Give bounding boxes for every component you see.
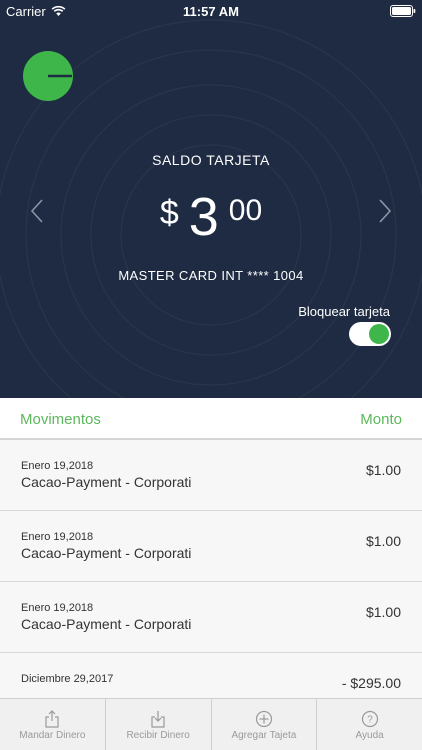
tab-ayuda[interactable]: ? Ayuda: [317, 699, 422, 750]
block-card-toggle[interactable]: [349, 322, 391, 346]
movement-description: Cacao-Payment - Corporati: [21, 545, 192, 561]
share-upload-icon: [45, 710, 59, 728]
balance-integer: 3: [188, 187, 219, 247]
status-bar: Carrier 11:57 AM: [0, 0, 422, 22]
movements-header: Movimentos Monto: [0, 398, 422, 440]
balance-amount: $ 3 00: [0, 190, 422, 250]
tab-recibir-dinero[interactable]: Recibir Dinero: [106, 699, 212, 750]
movement-date: Enero 19,2018: [21, 460, 94, 472]
movement-row[interactable]: Enero 19,2018 Cacao-Payment - Corporati …: [0, 440, 422, 511]
movement-amount: - $295.00: [341, 675, 401, 691]
balance-currency: $: [159, 194, 179, 232]
tab-label: Mandar Dinero: [19, 730, 86, 741]
movement-row[interactable]: Enero 19,2018 Cacao-Payment - Corporati …: [0, 511, 422, 582]
movements-list: Enero 19,2018 Cacao-Payment - Corporati …: [0, 440, 422, 724]
block-card-label: Bloquear tarjeta: [298, 304, 390, 319]
battery-icon: [390, 5, 416, 17]
plus-circle-icon: [255, 710, 272, 728]
balance-panel: Carrier 11:57 AM SALDO TARJETA $ 3 00 MA…: [0, 0, 422, 398]
balance-title: SALDO TARJETA: [152, 152, 270, 168]
movement-description: Cacao-Payment - Corporati: [21, 474, 192, 490]
app-logo: [23, 51, 73, 101]
movements-header-label: Movimentos: [20, 411, 101, 428]
tab-label: Ayuda: [355, 730, 384, 741]
movement-date: Enero 19,2018: [21, 602, 94, 614]
tab-label: Recibir Dinero: [126, 730, 190, 741]
download-icon: [151, 711, 165, 728]
tab-label: Agregar Tajeta: [231, 730, 297, 741]
tab-mandar-dinero[interactable]: Mandar Dinero: [0, 699, 106, 750]
help-circle-icon: ?: [361, 710, 378, 728]
bottom-tab-bar: Mandar Dinero Recibir Dinero Agregar Taj…: [0, 698, 422, 750]
movement-date: Enero 19,2018: [21, 531, 94, 543]
movement-amount: $1.00: [365, 604, 401, 620]
movement-date: Diciembre 29,2017: [21, 673, 114, 685]
movement-amount: $1.00: [365, 533, 401, 549]
movement-row[interactable]: Enero 19,2018 Cacao-Payment - Corporati …: [0, 582, 422, 653]
balance-decimals: 00: [228, 194, 263, 227]
movement-amount: $1.00: [365, 462, 401, 478]
svg-text:?: ?: [367, 715, 373, 726]
movement-description: Cacao-Payment - Corporati: [21, 616, 192, 632]
status-time: 11:57 AM: [183, 4, 239, 19]
tab-agregar-tarjeta[interactable]: Agregar Tajeta: [212, 699, 318, 750]
toggle-knob: [369, 324, 389, 344]
card-name: MASTER CARD INT **** 1004: [118, 268, 304, 283]
chevron-right-icon[interactable]: [378, 198, 392, 224]
amount-header-label: Monto: [360, 411, 402, 428]
